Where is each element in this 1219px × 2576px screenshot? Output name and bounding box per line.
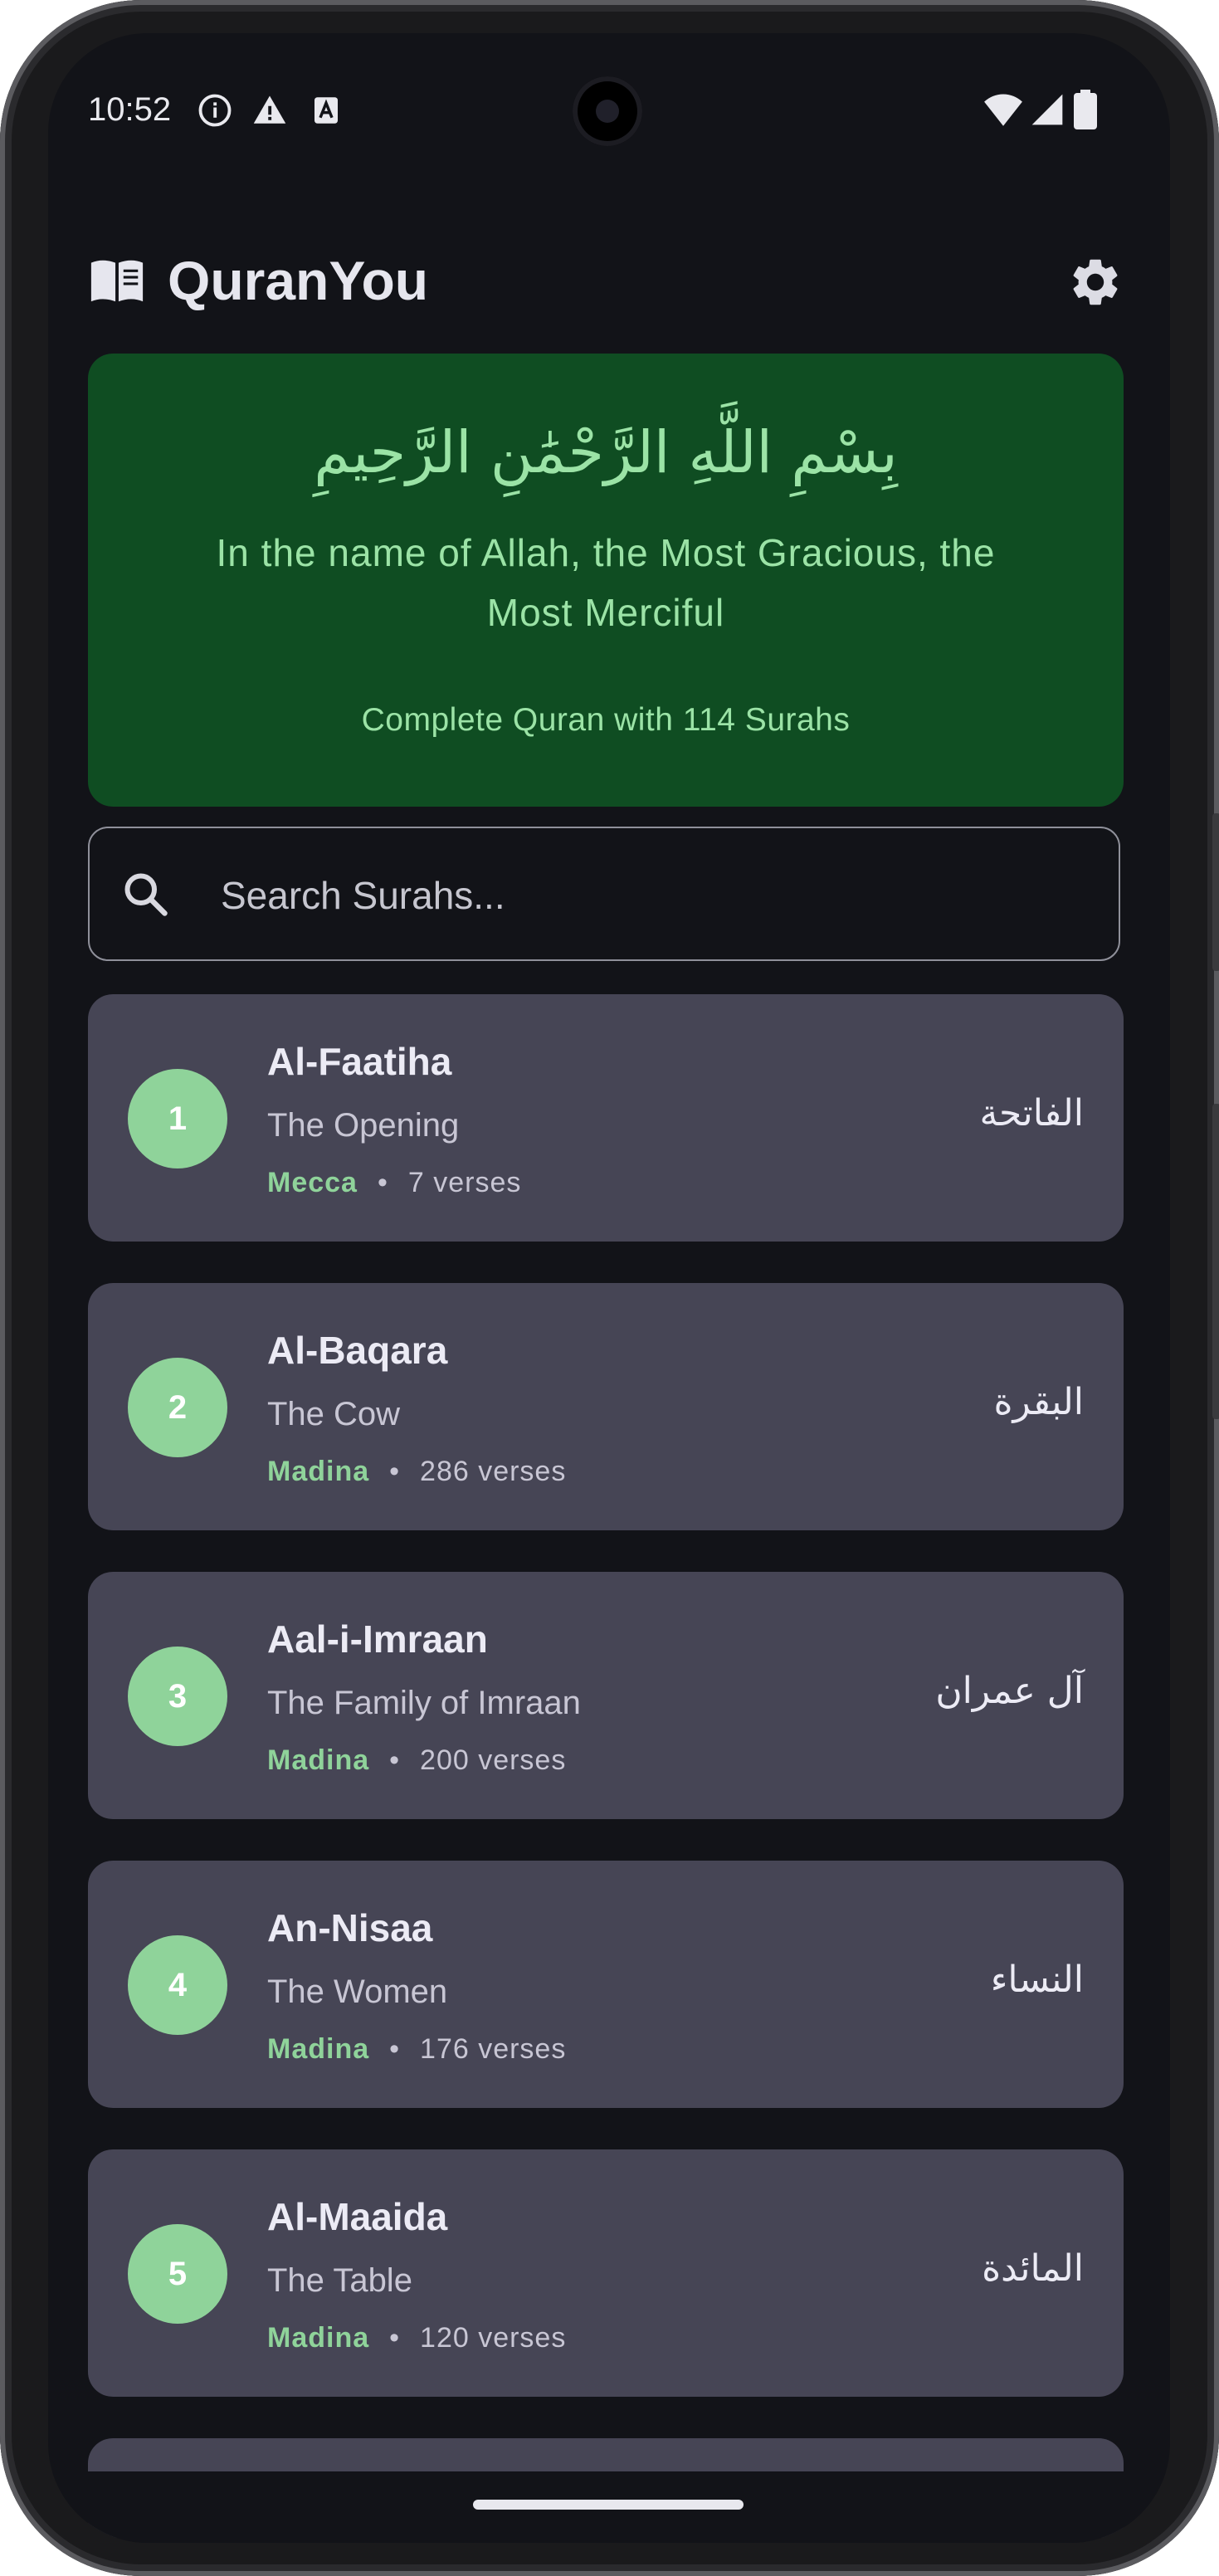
volume-button bbox=[1212, 813, 1219, 971]
surah-revelation-place: Madina bbox=[267, 2033, 370, 2065]
surah-meta: Madina • 120 verses bbox=[267, 2322, 566, 2354]
surah-revelation-place: Madina bbox=[267, 2322, 370, 2354]
surah-translation: The Cow bbox=[267, 1396, 401, 1432]
search-icon bbox=[124, 873, 168, 916]
app-bar: QuranYou bbox=[48, 216, 1170, 324]
meta-separator: • bbox=[389, 1744, 401, 1776]
surah-arabic-name: المائدة bbox=[982, 2247, 1084, 2290]
surah-number-badge: 1 bbox=[128, 1069, 227, 1168]
surah-number-badge: 2 bbox=[128, 1358, 227, 1457]
meta-separator: • bbox=[389, 1456, 401, 1487]
surah-number-badge: 4 bbox=[128, 1935, 227, 2035]
home-indicator[interactable] bbox=[473, 2500, 744, 2510]
surah-name: Al-Baqara bbox=[267, 1329, 448, 1372]
surah-translation: The Opening bbox=[267, 1107, 460, 1144]
surah-arabic-name: الفاتحة bbox=[979, 1092, 1084, 1134]
wifi-icon bbox=[984, 94, 1022, 126]
bismillah-banner: بِسْمِ اللَّهِ الرَّحْمَٰنِ الرَّحِيمِ I… bbox=[88, 354, 1124, 807]
surah-card[interactable]: 4 An-Nisaa The Women Madina • 176 verses ا… bbox=[88, 1861, 1124, 2108]
surah-number-badge: 3 bbox=[128, 1647, 227, 1746]
surah-name: Aal-i-Imraan bbox=[267, 1617, 488, 1661]
signal-icon bbox=[1031, 94, 1063, 125]
surah-translation: The Table bbox=[267, 2262, 412, 2299]
bismillah-translation: In the name of Allah, the Most Gracious,… bbox=[216, 531, 996, 634]
warning-icon bbox=[253, 95, 286, 124]
surah-arabic-name: البقرة bbox=[993, 1381, 1085, 1423]
surah-card[interactable]: 1 Al-Faatiha The Opening Mecca • 7 verses … bbox=[88, 994, 1124, 1242]
meta-separator: • bbox=[389, 2322, 401, 2354]
surah-arabic-name: النساء bbox=[990, 1959, 1084, 2001]
app-title: QuranYou bbox=[168, 250, 429, 311]
surah-verse-count: 286 verses bbox=[420, 1456, 567, 1487]
front-camera bbox=[573, 76, 642, 146]
surah-revelation-place: Madina bbox=[267, 1456, 370, 1487]
bismillah-arabic: بِسْمِ اللَّهِ الرَّحْمَٰنِ الرَّحِيمِ bbox=[314, 418, 898, 486]
surah-meta: Madina • 200 verses bbox=[267, 1744, 566, 1777]
status-time: 10:52 bbox=[88, 91, 172, 128]
surah-verse-count: 176 verses bbox=[420, 2033, 567, 2065]
power-button bbox=[1212, 1104, 1219, 1419]
screen: 10:52 QuranYou بِسْمِ اللَّهِ الرَّحْمَٰ… bbox=[48, 33, 1170, 2543]
surah-revelation-place: Madina bbox=[267, 1744, 370, 1776]
surah-translation: The Women bbox=[267, 1973, 448, 2010]
surah-meta: Mecca • 7 verses bbox=[267, 1167, 521, 1199]
surah-arabic-name: آل عمران bbox=[935, 1670, 1084, 1712]
gear-icon[interactable] bbox=[1067, 254, 1124, 310]
surah-meta: Madina • 176 verses bbox=[267, 2033, 566, 2066]
banner-subtitle: Complete Quran with 114 Surahs bbox=[361, 702, 851, 738]
sim-app-icon bbox=[315, 97, 338, 124]
meta-separator: • bbox=[377, 1167, 388, 1198]
surah-revelation-place: Mecca bbox=[267, 1167, 358, 1198]
surah-verse-count: 7 verses bbox=[407, 1167, 522, 1198]
surah-verse-count: 120 verses bbox=[420, 2322, 567, 2354]
open-book-icon bbox=[90, 260, 144, 302]
surah-meta: Madina • 286 verses bbox=[267, 1456, 566, 1488]
meta-separator: • bbox=[389, 2033, 401, 2065]
status-bar: 10:52 bbox=[48, 33, 1170, 146]
surah-name: Al-Faatiha bbox=[267, 1040, 452, 1083]
surah-name: Al-Maaida bbox=[267, 2195, 448, 2238]
surah-number-badge: 5 bbox=[128, 2224, 227, 2324]
search-box[interactable] bbox=[88, 827, 1120, 961]
surah-verse-count: 200 verses bbox=[420, 1744, 567, 1776]
surah-translation: The Family of Imraan bbox=[267, 1685, 581, 1721]
info-icon bbox=[198, 94, 232, 127]
phone-frame: 10:52 QuranYou بِسْمِ اللَّهِ الرَّحْمَٰ… bbox=[0, 0, 1219, 2576]
surah-name: An-Nisaa bbox=[267, 1906, 433, 1949]
battery-icon bbox=[1074, 90, 1097, 129]
surah-card[interactable]: 5 Al-Maaida The Table Madina • 120 verses … bbox=[88, 2149, 1124, 2397]
search-input[interactable] bbox=[219, 861, 1085, 929]
surah-card[interactable]: 2 Al-Baqara The Cow Madina • 286 verses ال… bbox=[88, 1283, 1124, 1530]
surah-card[interactable]: 3 Aal-i-Imraan The Family of Imraan Madi… bbox=[88, 1572, 1124, 1819]
